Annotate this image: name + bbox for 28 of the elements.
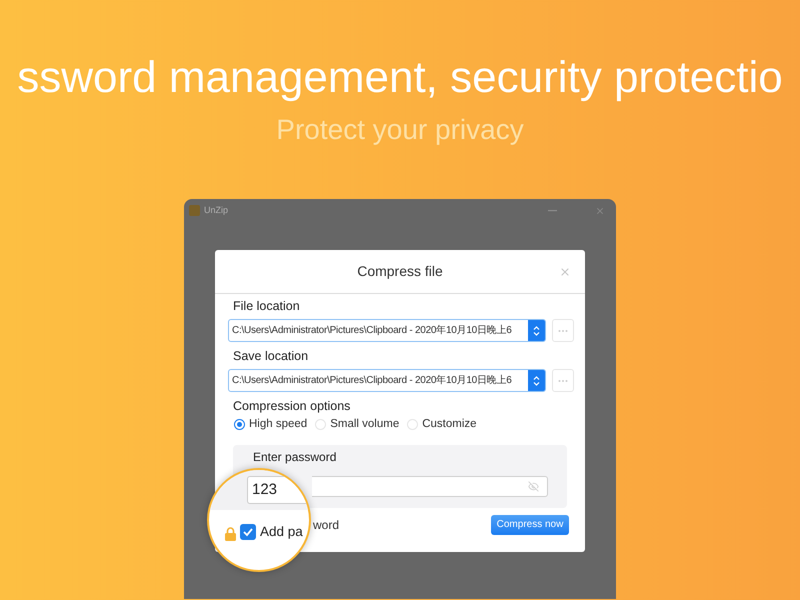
checkbox[interactable] <box>240 524 256 540</box>
radio-button[interactable] <box>234 418 245 430</box>
browse-button[interactable] <box>552 369 574 392</box>
password-label: Enter password <box>253 450 338 464</box>
window-title: UnZip <box>204 205 228 216</box>
up-down-chevron-icon[interactable] <box>528 320 545 341</box>
close-icon[interactable] <box>559 266 571 278</box>
radio-label[interactable]: Small volume <box>330 417 400 431</box>
minimize-icon[interactable] <box>548 210 557 212</box>
password-field[interactable] <box>312 476 548 497</box>
path-select[interactable]: C:\Users\Administrator\Pictures\Clipboard - 2020年10月10日晚上6 <box>228 319 546 342</box>
headline: ssword management, security protectio <box>17 53 783 103</box>
radio-label[interactable]: Customize <box>422 417 477 431</box>
field-label: File location <box>233 299 301 314</box>
field-label: Save location <box>233 349 310 364</box>
path-select[interactable]: C:\Users\Administrator\Pictures\Clipboard - 2020年10月10日晚上6 <box>228 369 546 392</box>
lock-icon <box>225 527 236 541</box>
subheadline: Protect your privacy <box>276 113 524 147</box>
browse-button[interactable] <box>552 319 574 342</box>
close-icon[interactable] <box>595 206 605 216</box>
checkbox-label[interactable]: Add pa <box>260 523 303 541</box>
up-down-chevron-icon[interactable] <box>528 370 545 391</box>
dialog-title: Compress file <box>357 263 443 280</box>
radio-label[interactable]: High speed <box>249 417 308 431</box>
eye-off-icon[interactable] <box>528 481 539 492</box>
section-label: Compression options <box>233 399 352 414</box>
checkbox-label[interactable]: word <box>313 518 340 532</box>
app-icon <box>189 205 200 216</box>
